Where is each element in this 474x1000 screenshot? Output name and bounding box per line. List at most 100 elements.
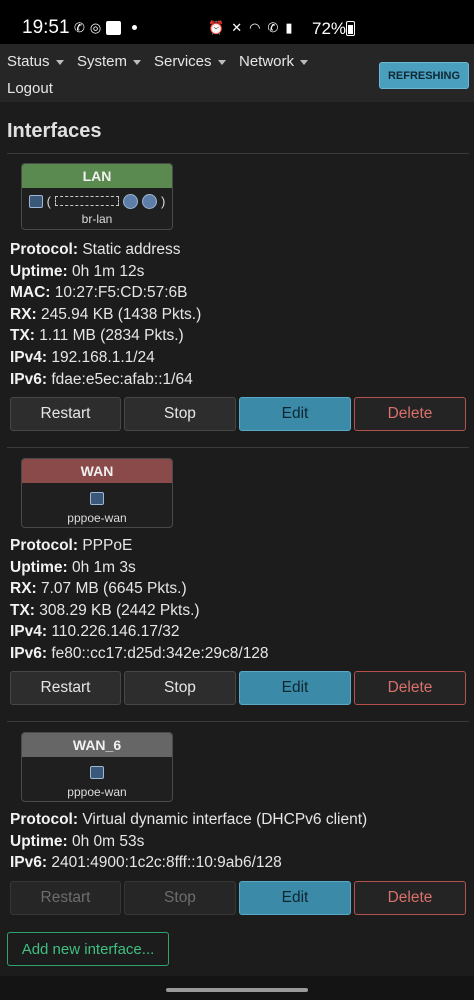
- alarm-icon: ⏰: [208, 20, 225, 35]
- nav-status[interactable]: Status: [7, 53, 64, 70]
- wan-actions: Restart Stop Edit Delete: [10, 671, 466, 705]
- restart-button[interactable]: Restart: [10, 397, 121, 431]
- info-value: fe80::cc17:d25d:342e:29c8/128: [47, 644, 269, 662]
- network-device-icon: [90, 491, 104, 505]
- nav-services[interactable]: Services: [154, 53, 226, 70]
- info-row: RX: 7.07 MB (6645 Pkts.): [10, 578, 269, 600]
- wifi-icon: ◠: [249, 20, 261, 35]
- battery-percent: 72%: [312, 19, 347, 38]
- interface-badge-lan[interactable]: LAN ( ) br-lan: [21, 163, 173, 230]
- page-title: Interfaces: [7, 120, 102, 142]
- edit-button[interactable]: Edit: [239, 671, 351, 705]
- info-label: IPv6:: [10, 854, 48, 872]
- wan6-actions: Restart Stop Edit Delete: [10, 881, 466, 915]
- nav-status-label: Status: [7, 53, 50, 70]
- info-value: 245.94 KB (1438 Pkts.): [36, 305, 202, 323]
- edit-button[interactable]: Edit: [239, 881, 351, 915]
- interface-badge-wan6[interactable]: WAN_6 pppoe-wan: [21, 732, 173, 802]
- info-row: IPv4: 110.226.146.17/32: [10, 621, 269, 643]
- info-value: PPPoE: [78, 537, 133, 554]
- info-value: 10:27:F5:CD:57:6B: [50, 284, 188, 302]
- info-row: IPv6: fe80::cc17:d25d:342e:29c8/128: [10, 643, 269, 665]
- info-row: Protocol: Static address: [10, 239, 201, 261]
- whatsapp-icon: ✆: [74, 20, 85, 35]
- interface-info-lan: Protocol: Static address Uptime: 0h 1m 1…: [10, 239, 201, 390]
- info-row: Uptime: 0h 0m 53s: [10, 831, 367, 853]
- info-label: MAC:: [10, 284, 51, 302]
- delete-button[interactable]: Delete: [354, 671, 466, 705]
- restart-button: Restart: [10, 881, 121, 915]
- nav-system-label: System: [77, 53, 128, 70]
- info-value: 2401:4900:1c2c:8fff::10:9ab6/128: [47, 854, 282, 872]
- notification-dot: [132, 25, 138, 30]
- wireless-icon: [142, 193, 157, 209]
- interface-name-lan: LAN: [22, 164, 172, 188]
- info-value: Virtual dynamic interface (DHCPv6 client…: [78, 811, 368, 828]
- phone-status-bar: 19:51 ✆ ◎ ⏰ ✕ ◠ ✆ ▮ 72%: [0, 0, 474, 44]
- network-device-icon: [90, 765, 104, 779]
- divider: [7, 721, 469, 722]
- info-row: TX: 1.11 MB (2834 Pkts.): [10, 325, 201, 347]
- info-label: IPv4:: [10, 348, 48, 366]
- nav-logout[interactable]: Logout: [7, 80, 53, 97]
- interface-device-lan: br-lan: [81, 212, 113, 226]
- interface-name-wan: WAN: [22, 459, 172, 483]
- edit-button[interactable]: Edit: [239, 397, 351, 431]
- refreshing-button[interactable]: REFRESHING: [379, 62, 469, 89]
- info-value: 0h 1m 3s: [67, 558, 136, 576]
- gesture-handle[interactable]: [166, 988, 308, 992]
- info-label: TX:: [10, 601, 35, 619]
- info-value: 308.29 KB (2442 Pkts.): [34, 601, 200, 619]
- app-icon: [106, 20, 122, 35]
- info-value: 110.226.146.17/32: [47, 623, 180, 641]
- bridge-icon: [28, 194, 43, 208]
- chevron-down-icon: [300, 59, 309, 65]
- restart-button[interactable]: Restart: [10, 671, 121, 705]
- paren-close: ): [161, 193, 166, 209]
- interface-device-wan: pppoe-wan: [67, 511, 127, 525]
- chevron-down-icon: [55, 59, 64, 65]
- info-row: TX: 308.29 KB (2442 Pkts.): [10, 600, 269, 622]
- stop-button: Stop: [124, 881, 236, 915]
- info-row: IPv6: fdae:e5ec:afab::1/64: [10, 369, 201, 391]
- wan6-device-icons: [22, 757, 172, 783]
- info-value: 0h 0m 53s: [67, 832, 145, 850]
- nav-services-label: Services: [154, 53, 212, 70]
- info-label: IPv6:: [10, 370, 48, 388]
- nav-network[interactable]: Network: [239, 53, 309, 70]
- delete-button[interactable]: Delete: [354, 881, 466, 915]
- interface-badge-wan[interactable]: WAN pppoe-wan: [21, 458, 173, 528]
- nav-system[interactable]: System: [77, 53, 142, 70]
- info-row: Uptime: 0h 1m 3s: [10, 557, 269, 579]
- divider: [7, 153, 469, 154]
- stop-button[interactable]: Stop: [124, 397, 236, 431]
- ethernet-ports-icon: [55, 196, 119, 206]
- chevron-down-icon: [217, 59, 226, 65]
- info-label: IPv6:: [10, 644, 48, 662]
- delete-button[interactable]: Delete: [354, 397, 466, 431]
- nav-network-label: Network: [239, 53, 295, 70]
- info-label: Uptime:: [10, 558, 68, 576]
- info-value: 0h 1m 12s: [67, 262, 145, 280]
- info-row: RX: 245.94 KB (1438 Pkts.): [10, 304, 201, 326]
- info-value: 192.168.1.1/24: [47, 348, 155, 366]
- stop-button[interactable]: Stop: [124, 671, 236, 705]
- info-label: IPv4:: [10, 623, 48, 641]
- info-label: Uptime:: [10, 832, 68, 850]
- info-value: 1.11 MB (2834 Pkts.): [34, 327, 184, 345]
- info-label: TX:: [10, 327, 35, 345]
- chevron-down-icon: [133, 59, 142, 65]
- battery-icon: [346, 21, 355, 36]
- info-value: 7.07 MB (6645 Pkts.): [36, 580, 187, 598]
- system-icons: ⏰ ✕ ◠ ✆ ▮: [208, 20, 293, 35]
- info-row: Protocol: Virtual dynamic interface (DHC…: [10, 809, 367, 831]
- interface-name-wan6: WAN_6: [22, 733, 172, 757]
- wan-device-icons: [22, 483, 172, 509]
- interface-device-wan6: pppoe-wan: [67, 785, 127, 799]
- sync-icon: ◎: [89, 20, 102, 35]
- info-label: Uptime:: [10, 262, 68, 280]
- info-label: Protocol:: [10, 537, 79, 554]
- add-interface-button[interactable]: Add new interface...: [7, 932, 169, 966]
- wifi-call-icon: ✆: [267, 20, 279, 35]
- info-value: Static address: [78, 241, 181, 258]
